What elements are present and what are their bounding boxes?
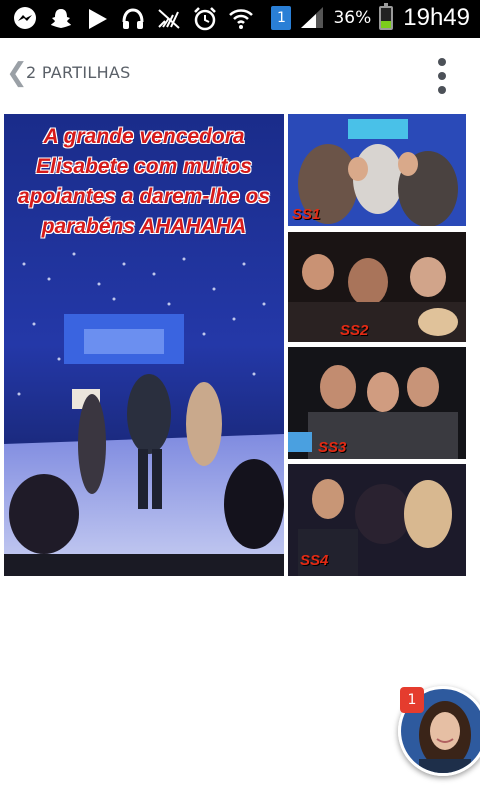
thumb-label-ss4: SS4	[300, 552, 329, 569]
battery-percent: 36%	[333, 8, 372, 28]
thumb-ss3: SS3	[288, 347, 466, 459]
thumb-label-ss3: SS3	[318, 439, 347, 456]
system-status: 1 36% 19h49	[271, 3, 470, 32]
thumb-label-ss2: SS2	[340, 322, 369, 339]
shares-title[interactable]: 2 PARTILHAS	[26, 63, 131, 82]
thumb-ss4: SS4	[288, 464, 466, 576]
cell-signal-icon	[299, 5, 325, 31]
chat-unread-badge: 1	[400, 687, 424, 713]
header-bar: ❮ 2 PARTILHAS	[0, 38, 480, 112]
shared-image[interactable]: A grande vencedora Elisabete com muitos …	[4, 114, 468, 576]
no-signal-icon	[156, 6, 182, 32]
messenger-icon	[12, 6, 38, 32]
notification-icons	[12, 6, 254, 32]
clock: 19h49	[403, 4, 470, 31]
thumb-ss1: SS1	[288, 114, 466, 226]
main-photo: A grande vencedora Elisabete com muitos …	[4, 114, 284, 576]
status-bar: 1 36% 19h49	[0, 0, 480, 38]
notification-count-badge: 1	[271, 6, 292, 30]
headphones-icon	[120, 6, 146, 32]
play-icon	[84, 6, 110, 32]
wifi-icon	[228, 6, 254, 32]
snapchat-icon	[48, 6, 74, 32]
screen: 1 36% 19h49 ❮ 2 PARTILHAS A grande vence…	[0, 0, 480, 800]
thumb-label-ss1: SS1	[292, 206, 321, 223]
main-photo-caption: A grande vencedora Elisabete com muitos …	[17, 125, 271, 238]
back-chevron-icon[interactable]: ❮	[6, 60, 28, 86]
thumb-ss2: SS2	[288, 232, 466, 342]
battery-icon	[379, 3, 394, 30]
more-options-icon[interactable]	[434, 58, 450, 94]
alarm-icon	[192, 6, 218, 32]
